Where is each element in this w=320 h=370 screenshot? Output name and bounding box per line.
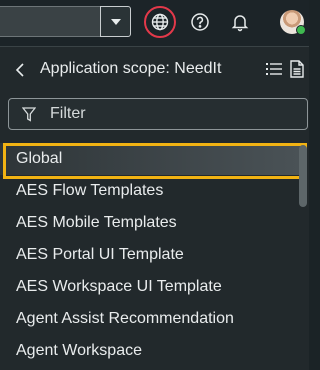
user-avatar[interactable] (280, 10, 306, 35)
search-dropdown-button[interactable] (100, 6, 131, 37)
filter-icon (22, 107, 36, 122)
global-search-input[interactable] (0, 6, 100, 37)
scope-picker-button[interactable] (144, 6, 176, 38)
list-icon (266, 63, 282, 75)
top-navigation-bar (0, 0, 309, 46)
caret-down-icon (110, 18, 121, 25)
list-view-button[interactable] (266, 61, 282, 77)
scope-item-aes-workspace-ui-template[interactable]: AES Workspace UI Template (0, 271, 300, 303)
document-button[interactable] (290, 60, 304, 78)
scope-list: Global AES Flow Templates AES Mobile Tem… (0, 143, 300, 367)
scope-item-aes-mobile-templates[interactable]: AES Mobile Templates (0, 207, 300, 239)
online-status-indicator (296, 25, 306, 35)
application-scope-panel: Application scope: NeedIt Filter Global … (0, 46, 309, 370)
scope-item-aes-flow-templates[interactable]: AES Flow Templates (0, 175, 300, 207)
scope-item-global[interactable]: Global (0, 143, 300, 175)
scope-item-agent-assist-recommendation[interactable]: Agent Assist Recommendation (0, 303, 300, 335)
filter-placeholder: Filter (50, 105, 86, 122)
bell-icon (231, 15, 249, 32)
back-button[interactable] (10, 59, 30, 81)
notifications-button[interactable] (229, 11, 251, 33)
filter-input[interactable]: Filter (8, 98, 308, 130)
help-circle-icon (191, 13, 209, 31)
scope-item-agent-workspace[interactable]: Agent Workspace (0, 335, 300, 367)
document-icon (290, 60, 304, 78)
help-button[interactable] (189, 11, 211, 33)
panel-title: Application scope: NeedIt (40, 60, 222, 77)
globe-icon (151, 13, 169, 31)
chevron-left-icon (15, 63, 24, 77)
panel-header: Application scope: NeedIt (0, 47, 309, 93)
scope-item-aes-portal-ui-template[interactable]: AES Portal UI Template (0, 239, 300, 271)
list-scrollbar[interactable] (299, 145, 307, 207)
